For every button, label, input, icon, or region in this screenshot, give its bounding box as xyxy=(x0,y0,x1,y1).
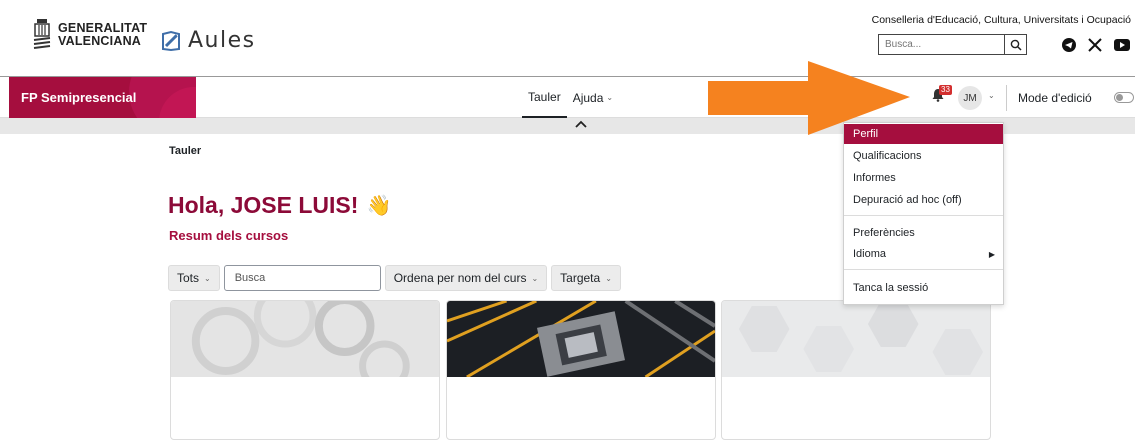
course-card[interactable] xyxy=(721,300,991,440)
header-search-input[interactable] xyxy=(879,35,1004,54)
app-name: Aules xyxy=(188,28,256,53)
telegram-icon[interactable] xyxy=(1062,38,1076,52)
edit-mode-label: Mode d'edició xyxy=(1018,91,1092,105)
primary-navbar: FP Semipresencial Tauler Ajuda ⌄ 33 JM ⌄… xyxy=(0,76,1135,118)
user-menu-item-idioma-label: Idioma xyxy=(853,248,887,260)
sort-label: Ordena per nom del curs xyxy=(393,271,527,285)
annotation-arrow-icon xyxy=(708,61,910,135)
generalitat-logo[interactable]: GENERALITAT VALENCIANA xyxy=(32,18,147,52)
aules-logo[interactable]: Aules xyxy=(160,28,256,53)
user-menu-divider xyxy=(844,215,1003,216)
generalitat-logo-text: GENERALITAT VALENCIANA xyxy=(58,22,147,48)
course-image xyxy=(171,301,439,392)
generalitat-line2: VALENCIANA xyxy=(58,34,142,48)
chevron-up-icon[interactable] xyxy=(574,118,588,130)
chevron-down-icon: ⌄ xyxy=(531,273,539,283)
primary-nav-links: Tauler Ajuda ⌄ xyxy=(522,77,613,118)
generalitat-crest-icon xyxy=(33,19,51,49)
notification-badge: 33 xyxy=(939,85,952,95)
user-menu: Perfil Qualificacions Informes Depuració… xyxy=(843,122,1004,305)
edit-mode-toggle[interactable] xyxy=(1114,92,1134,103)
course-card[interactable] xyxy=(170,300,440,440)
grouping-label: Tots xyxy=(177,271,200,285)
nav-link-tauler[interactable]: Tauler xyxy=(522,77,567,118)
sort-dropdown[interactable]: Ordena per nom del curs ⌄ xyxy=(384,265,548,291)
user-menu-item-preferencies[interactable]: Preferències xyxy=(844,223,1003,243)
x-icon[interactable] xyxy=(1088,38,1102,52)
divider xyxy=(1006,85,1007,111)
brand-label: FP Semipresencial xyxy=(21,90,137,105)
conselleria-link[interactable]: Conselleria d'Educació, Cultura, Univers… xyxy=(872,14,1131,26)
user-menu-item-depuracio[interactable]: Depuració ad hoc (off) xyxy=(844,190,1003,210)
view-label: Targeta xyxy=(560,271,601,285)
chevron-down-icon[interactable]: ⌄ xyxy=(988,91,995,100)
waving-hand-icon: 👋 xyxy=(366,195,392,217)
nav-link-ajuda-label: Ajuda xyxy=(572,90,604,105)
course-search-input[interactable]: Busca xyxy=(223,265,381,291)
chevron-down-icon: ⌄ xyxy=(605,273,612,283)
course-filters: Tots ⌄ Busca Ordena per nom del curs ⌄ T… xyxy=(168,265,621,291)
aules-book-icon xyxy=(162,30,180,51)
avatar[interactable]: JM xyxy=(958,86,982,110)
user-menu-divider xyxy=(844,269,1003,270)
header-search-button[interactable] xyxy=(1004,35,1026,54)
site-brand[interactable]: FP Semipresencial xyxy=(9,77,196,118)
breadcrumb: Tauler xyxy=(169,145,202,157)
caret-right-icon: ▶ xyxy=(988,249,995,259)
course-image xyxy=(447,301,715,379)
youtube-icon[interactable] xyxy=(1114,39,1130,51)
view-dropdown[interactable]: Targeta ⌄ xyxy=(551,265,621,291)
search-icon xyxy=(1010,39,1022,51)
chevron-down-icon: ⌄ xyxy=(606,93,614,102)
user-menu-item-logout[interactable]: Tanca la sessió xyxy=(844,278,1003,298)
social-links xyxy=(1062,38,1130,52)
header-search xyxy=(878,34,1027,55)
course-card[interactable] xyxy=(446,300,716,440)
greeting-text: Hola, JOSE LUIS! xyxy=(168,192,359,218)
grouping-dropdown[interactable]: Tots ⌄ xyxy=(168,265,220,291)
user-menu-item-informes[interactable]: Informes xyxy=(844,168,1003,188)
page-title: Hola, JOSE LUIS! 👋 xyxy=(168,192,391,219)
chevron-down-icon: ⌄ xyxy=(204,273,211,283)
nav-link-ajuda[interactable]: Ajuda ⌄ xyxy=(573,91,613,105)
user-menu-item-qualificacions[interactable]: Qualificacions xyxy=(844,146,1003,166)
section-title: Resum dels cursos xyxy=(169,228,289,243)
course-image xyxy=(722,301,990,377)
site-header: GENERALITAT VALENCIANA Aules Conselleria… xyxy=(0,0,1135,76)
user-menu-item-idioma[interactable]: Idioma ▶ xyxy=(844,244,1003,264)
